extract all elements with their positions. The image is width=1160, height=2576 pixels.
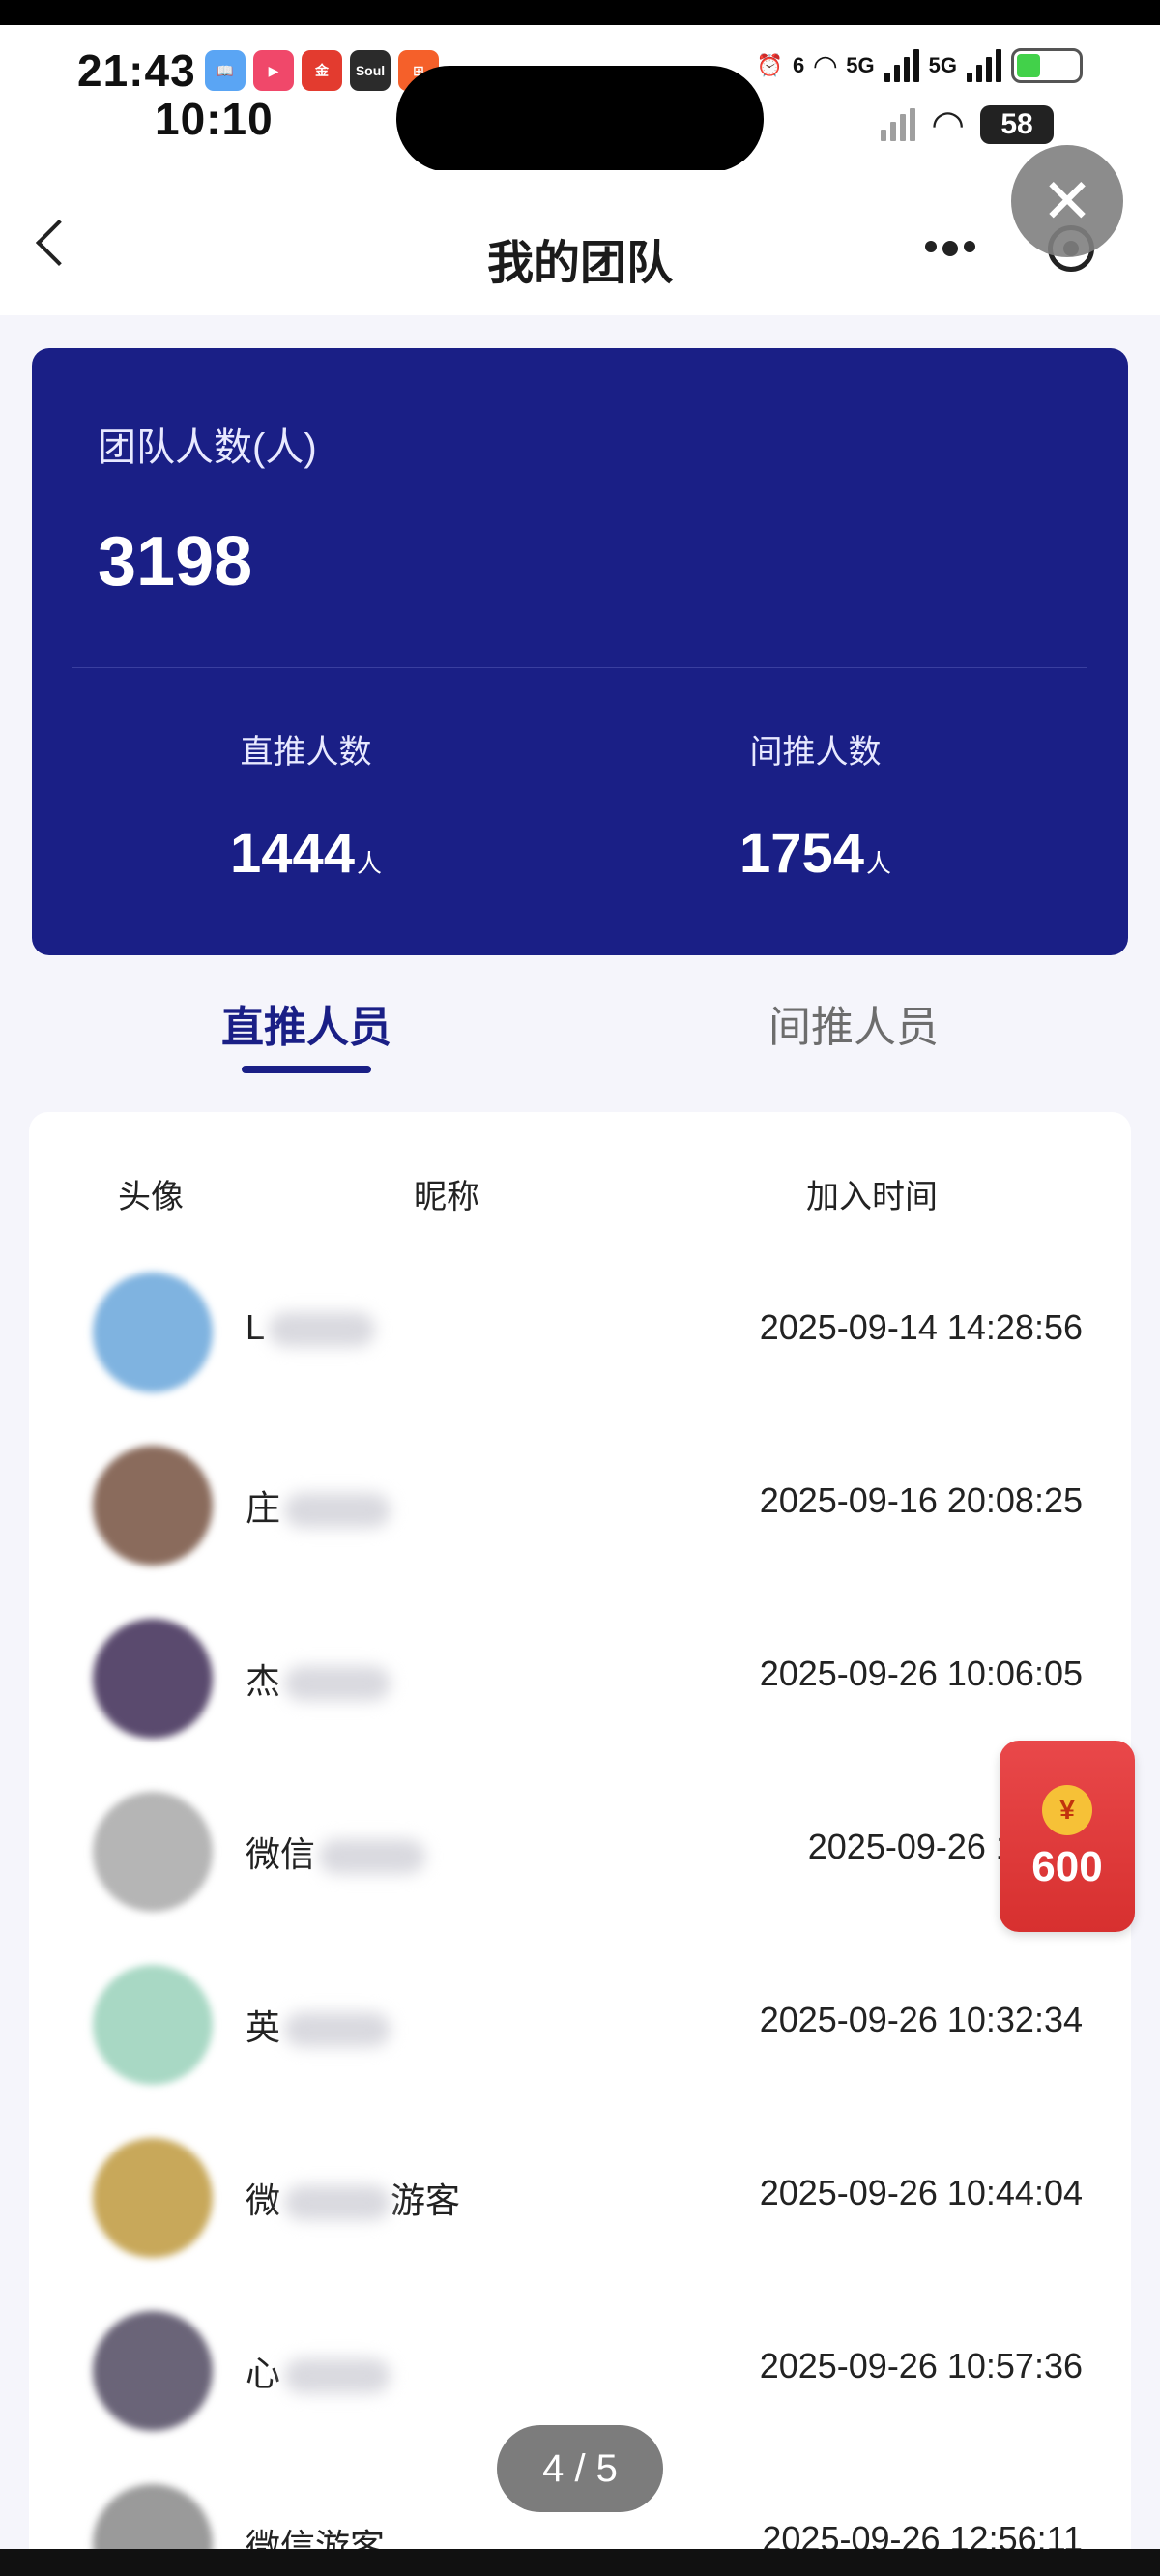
book-app-icon: 📖 — [205, 50, 246, 91]
avatar — [93, 1619, 213, 1739]
table-row[interactable]: 心 2025-09-26 10:57:36 — [29, 2276, 1131, 2449]
tab-indirect-members[interactable]: 间推人员 — [564, 992, 1144, 1054]
avatar — [93, 2138, 213, 2258]
nickname-text: 英 — [246, 2007, 281, 2047]
status-indicators-secondary: ◠ 58 — [881, 102, 1054, 147]
nickname: 微 游客 — [246, 2173, 460, 2223]
tab-direct-members[interactable]: 直推人员 — [16, 992, 596, 1054]
avatar — [93, 1446, 213, 1566]
join-time: 2025-09-26 10:06:05 — [759, 1654, 1083, 1693]
dynamic-island — [396, 66, 764, 172]
direct-count-label: 直推人数 — [240, 734, 372, 771]
image-pager: 4 / 5 — [497, 2425, 663, 2512]
avatar — [93, 2311, 213, 2431]
unit-label: 人 — [357, 849, 383, 878]
nickname-text: L — [246, 1307, 266, 1347]
column-header-avatar: 头像 — [118, 1179, 184, 1215]
shop-app-icon: 金 — [302, 50, 342, 91]
top-edge — [0, 0, 1160, 25]
nickname-text: 微信 — [246, 1834, 316, 1874]
wifi-label: 6 — [792, 53, 805, 77]
join-time: 2025-09-16 20:08:25 — [759, 1480, 1083, 1520]
nickname: 英 — [246, 2000, 392, 2050]
avatar — [93, 1273, 213, 1392]
nickname: 杰 — [246, 1654, 392, 1704]
join-time: 2025-09-26 10:57:36 — [759, 2346, 1083, 2386]
table-row[interactable]: 杰 2025-09-26 10:06:05 — [29, 1584, 1131, 1757]
network-label-1: 5G — [846, 53, 875, 77]
red-packet-button[interactable]: ¥ 600 — [1000, 1741, 1135, 1932]
indirect-count: 间推人数 1754人 — [541, 725, 1089, 886]
indirect-count-value: 1754 — [739, 822, 864, 885]
status-indicators: ⏰ 6 ◠ 5G 5G — [757, 48, 1083, 83]
table-row[interactable]: 微 游客 2025-09-26 10:44:04 — [29, 2103, 1131, 2276]
join-time: 2025-09-26 10:32:34 — [759, 2000, 1083, 2039]
unit-label: 人 — [866, 849, 892, 878]
wifi-icon: ◠ — [814, 49, 837, 82]
avatar — [93, 1792, 213, 1912]
nickname: L — [246, 1307, 376, 1348]
join-time: 2025-09-14 14:28:56 — [759, 1307, 1083, 1347]
nickname-redaction — [284, 2012, 392, 2048]
nav-bar: 我的团队 — [0, 170, 1160, 315]
nickname-redaction — [284, 2358, 392, 2394]
bottom-edge — [0, 2549, 1160, 2576]
team-stats-card: 团队人数(人) 3198 直推人数 1444人 间推人数 1754人 — [32, 348, 1128, 955]
column-header-join-time: 加入时间 — [806, 1179, 938, 1215]
video-app-icon: ▶ — [253, 50, 294, 91]
avatar — [93, 1965, 213, 2085]
nickname: 心 — [246, 2346, 392, 2396]
nickname-redaction — [284, 2185, 392, 2221]
table-row[interactable]: L 2025-09-14 14:28:56 — [29, 1238, 1131, 1411]
table-row[interactable]: 微信 2025-09-26 10:25 — [29, 1757, 1131, 1930]
notification-app-icons: 📖 ▶ 金 Soul ⊞ — [205, 50, 439, 91]
divider — [72, 667, 1088, 668]
column-header-nickname: 昵称 — [414, 1179, 479, 1215]
battery-icon — [1011, 48, 1083, 83]
soul-app-icon: Soul — [350, 50, 391, 91]
alarm-icon: ⏰ — [756, 53, 783, 77]
battery-icon: 58 — [980, 105, 1054, 144]
nickname: 庄 — [246, 1480, 392, 1531]
nickname-text: 庄 — [246, 1488, 281, 1528]
nickname-text: 微 — [246, 2181, 281, 2220]
nickname-text: 心 — [246, 2354, 281, 2393]
coin-icon: ¥ — [1042, 1785, 1092, 1835]
status-time: 21:43 — [77, 45, 196, 96]
status-bar: 21:43 10:10 📖 ▶ 金 Soul ⊞ ⏰ 6 ◠ 5G 5G ◠ 58 — [0, 25, 1160, 172]
table-row[interactable]: 庄 2025-09-16 20:08:25 — [29, 1411, 1131, 1584]
network-label-2: 5G — [928, 53, 957, 77]
member-tabs: 直推人员 间推人员 — [0, 977, 1160, 1083]
close-icon[interactable]: ✕ — [1011, 145, 1123, 257]
status-time-secondary: 10:10 — [155, 94, 274, 144]
direct-count: 直推人数 1444人 — [32, 725, 580, 886]
nickname-suffix: 游客 — [391, 2181, 461, 2220]
nickname-redaction — [284, 1493, 392, 1529]
direct-count-value: 1444 — [229, 822, 355, 885]
nickname-redaction — [269, 1312, 376, 1348]
signal-icon — [967, 49, 1001, 82]
red-packet-amount: 600 — [1031, 1843, 1103, 1890]
nickname-redaction — [284, 1666, 392, 1702]
more-icon[interactable] — [889, 241, 1010, 256]
wifi-icon: ◠ — [933, 103, 963, 146]
table-row[interactable]: 英 2025-09-26 10:32:34 — [29, 1930, 1131, 2103]
indirect-count-label: 间推人数 — [749, 734, 882, 771]
team-count-value: 3198 — [98, 523, 253, 600]
join-time: 2025-09-26 10:44:04 — [759, 2173, 1083, 2212]
nickname-redaction — [319, 1839, 426, 1875]
nickname-text: 杰 — [246, 1661, 281, 1701]
team-count-label: 团队人数(人) — [98, 426, 317, 469]
signal-icon — [884, 49, 919, 82]
member-list: 头像 昵称 加入时间 L 2025-09-14 14:28:56 庄 2025-09-… — [29, 1112, 1131, 2576]
nickname: 微信 — [246, 1827, 426, 1877]
signal-icon — [881, 108, 916, 141]
tab-indicator — [242, 1066, 371, 1073]
